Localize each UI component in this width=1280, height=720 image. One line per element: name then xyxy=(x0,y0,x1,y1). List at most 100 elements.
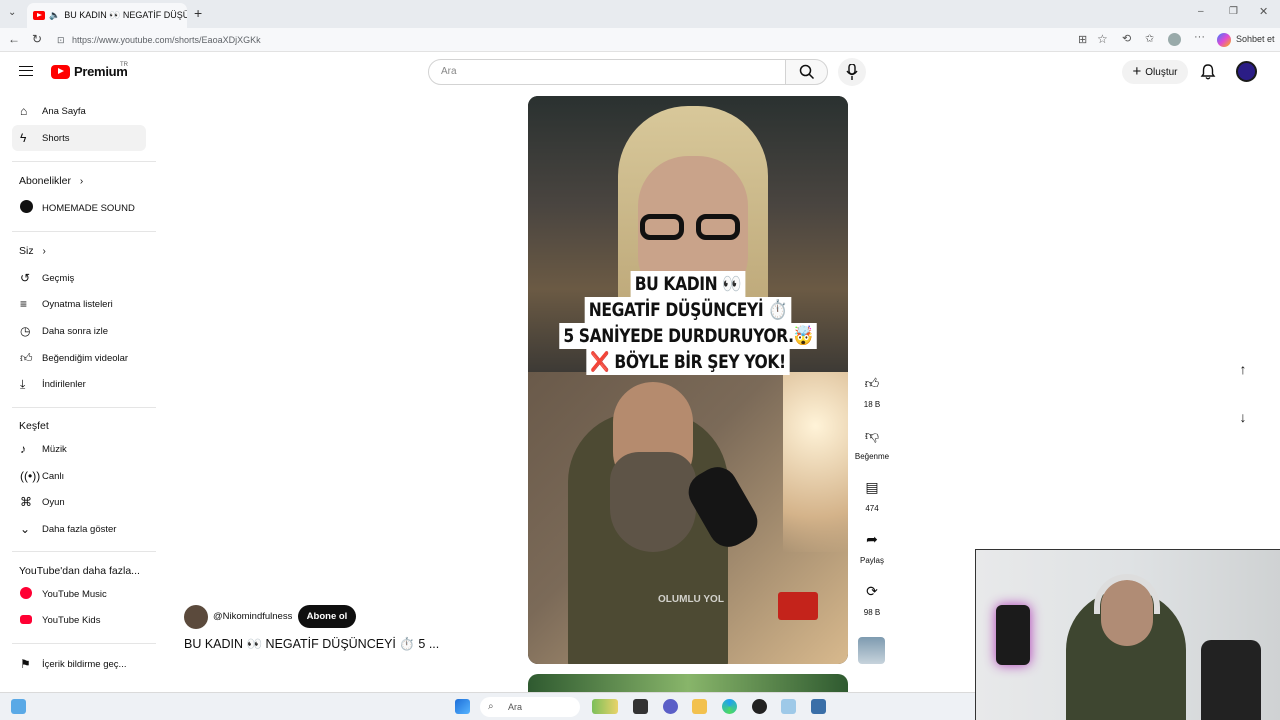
youtube-logo[interactable]: Premium xyxy=(51,64,128,79)
sidebar-item-home[interactable]: ⌂ Ana Sayfa xyxy=(12,98,146,124)
rgb-lamp xyxy=(996,605,1030,665)
flag-icon: ⚑ xyxy=(20,657,31,671)
sidebar-item-label: Beğendiğim videolar xyxy=(42,352,129,364)
taskbar-search[interactable]: ⌕ Ara xyxy=(480,697,580,717)
music-note-icon: ♪ xyxy=(20,442,26,456)
sidebar-item-label: İçerik bildirme geç... xyxy=(42,658,127,670)
audio-thumbnail[interactable] xyxy=(858,637,885,664)
share-button[interactable]: ➦ Paylaş xyxy=(852,525,892,565)
sidebar-divider xyxy=(12,643,156,644)
channel-name[interactable]: @Nikomindfulness xyxy=(213,611,292,622)
sidebar-item-youtube-kids[interactable]: YouTube Kids xyxy=(12,607,146,633)
photos-icon[interactable] xyxy=(781,699,796,714)
sidebar-item-downloads[interactable]: ⤓ İndirilenler xyxy=(12,371,146,397)
reload-icon[interactable]: ↻ xyxy=(32,32,42,46)
task-view-icon[interactable] xyxy=(633,699,648,714)
sidebar-item-show-more[interactable]: ⌄ Daha fazla göster xyxy=(12,516,146,542)
obs-icon[interactable] xyxy=(752,699,767,714)
url-field[interactable]: ⊡ https://www.youtube.com/shorts/EaoaXDj… xyxy=(50,31,1070,49)
next-short-button[interactable]: ↓ xyxy=(1229,403,1257,431)
site-info-icon[interactable]: ⊡ xyxy=(57,31,65,49)
you-heading[interactable]: Siz › xyxy=(19,245,46,257)
video-title[interactable]: BU KADIN 👀 NEGATİF DÜŞÜNCEYİ ⏱️ 5 ... xyxy=(184,637,439,652)
favorites-icon[interactable]: ✩ xyxy=(1145,32,1154,45)
sidebar-item-label: Müzik xyxy=(42,443,67,455)
remix-count: 98 B xyxy=(863,608,881,617)
sidebar-item-label: Oyun xyxy=(42,496,65,508)
sidebar-item-live[interactable]: ((•)) Canlı xyxy=(12,463,146,489)
back-icon[interactable]: ← xyxy=(8,32,20,46)
sidebar-item-playlists[interactable]: ≡ Oynatma listeleri xyxy=(12,291,146,317)
share-label: Paylaş xyxy=(859,556,884,565)
windows-start-icon[interactable] xyxy=(455,699,470,714)
file-explorer-icon[interactable] xyxy=(692,699,707,714)
maximize-icon[interactable]: ❐ xyxy=(1229,6,1238,17)
sidebar-item-label: HOMEMADE SOUND xyxy=(42,202,135,214)
more-menu-icon[interactable]: ··· xyxy=(1194,31,1205,43)
sidebar-item-watch-later[interactable]: ◷ Daha sonra izle xyxy=(12,318,146,344)
microphone-icon xyxy=(846,64,858,80)
profile-icon[interactable] xyxy=(1168,33,1181,46)
subscribe-button[interactable]: Abone ol xyxy=(298,605,356,628)
sidebar-item-report-history[interactable]: ⚑ İçerik bildirme geç... xyxy=(12,651,146,677)
copilot-icon[interactable] xyxy=(1217,33,1231,47)
sidebar-item-youtube-music[interactable]: YouTube Music xyxy=(12,581,146,607)
thumbs-up-icon: 👍︎ xyxy=(864,375,880,391)
dislike-button[interactable]: 👎︎ Beğenme xyxy=(852,421,892,461)
sidebar-item-music[interactable]: ♪ Müzik xyxy=(12,436,146,462)
create-button[interactable]: + Oluştur xyxy=(1122,60,1188,84)
previous-short-button[interactable]: ↑ xyxy=(1229,355,1257,383)
url-text: https://www.youtube.com/shorts/EaoaXDjXG… xyxy=(72,35,261,45)
comment-icon: ▤ xyxy=(865,479,879,495)
notifications-bell-icon[interactable] xyxy=(1200,64,1216,80)
sidebar-item-gaming[interactable]: ⌘ Oyun xyxy=(12,489,146,515)
search-input[interactable]: Ara xyxy=(428,59,786,85)
account-avatar[interactable] xyxy=(1236,61,1257,82)
sidebar-item-homemade-sound[interactable]: HOMEMADE SOUND xyxy=(12,195,146,221)
sidebar-item-label: İndirilenler xyxy=(42,378,86,390)
extension-icon[interactable]: ⟲ xyxy=(1122,32,1131,45)
chat-button[interactable]: Sohbet et xyxy=(1236,34,1275,44)
widgets-icon[interactable] xyxy=(11,699,26,714)
sidebar-item-label: Daha sonra izle xyxy=(42,325,109,337)
sidebar-item-liked-videos[interactable]: 👍︎ Beğendiğim videolar xyxy=(12,345,146,371)
caption-line: ❌ BÖYLE BİR ŞEY YOK! xyxy=(586,349,790,375)
speaker-icon[interactable]: 🔈 xyxy=(49,10,60,21)
next-short-preview[interactable] xyxy=(528,674,848,694)
channel-avatar[interactable] xyxy=(184,605,208,629)
browser-tab-active[interactable]: 🔈 BU KADIN 👀 NEGATİF DÜŞÜN × xyxy=(27,3,187,28)
minimize-icon[interactable]: – xyxy=(1198,6,1204,17)
youtube-play-icon xyxy=(51,64,70,79)
tab-list-chevron-icon[interactable]: ⌄ xyxy=(8,7,16,18)
new-tab-icon[interactable]: + xyxy=(194,5,202,21)
live-icon: ((•)) xyxy=(20,469,41,483)
teams-chat-icon[interactable] xyxy=(663,699,678,714)
explore-heading: Keşfet xyxy=(19,420,49,432)
playlists-icon: ≡ xyxy=(20,297,28,311)
like-button[interactable]: 👍︎ 18 B xyxy=(852,369,892,409)
caption-line: NEGATİF DÜŞÜNCEYİ ⏱️ xyxy=(584,297,792,323)
chevron-down-icon: ⌄ xyxy=(20,522,31,536)
dislike-label: Beğenme xyxy=(854,452,890,461)
youtube-favicon-icon xyxy=(33,11,45,20)
headset xyxy=(1094,574,1160,614)
arrow-down-icon: ↓ xyxy=(1239,409,1247,425)
window-close-icon[interactable]: ✕ xyxy=(1259,5,1268,18)
gamepad-icon: ⌘ xyxy=(20,495,32,509)
favorite-star-icon[interactable]: ☆ xyxy=(1097,32,1108,46)
comments-button[interactable]: ▤ 474 xyxy=(852,473,892,513)
app-install-icon[interactable]: ⊞ xyxy=(1078,33,1087,46)
voice-search-button[interactable] xyxy=(838,58,866,86)
sidebar-item-label: Oynatma listeleri xyxy=(42,298,113,310)
shorts-video-player[interactable]: BU KADIN 👀 NEGATİF DÜŞÜNCEYİ ⏱️ 5 SANİYE… xyxy=(528,96,848,664)
sidebar-item-history[interactable]: ↺ Geçmiş xyxy=(12,265,146,291)
sidebar-item-shorts[interactable]: ϟ Shorts xyxy=(12,125,146,151)
remix-icon: ⟳ xyxy=(866,583,878,599)
taskbar-search-label: Ara xyxy=(508,702,523,712)
search-button[interactable] xyxy=(785,59,828,85)
subscriptions-heading[interactable]: Abonelikler › xyxy=(19,175,83,187)
remix-button[interactable]: ⟳ 98 B xyxy=(852,577,892,617)
edge-browser-icon[interactable] xyxy=(722,699,737,714)
calculator-icon[interactable] xyxy=(811,699,826,714)
hamburger-menu-icon[interactable] xyxy=(19,66,33,76)
